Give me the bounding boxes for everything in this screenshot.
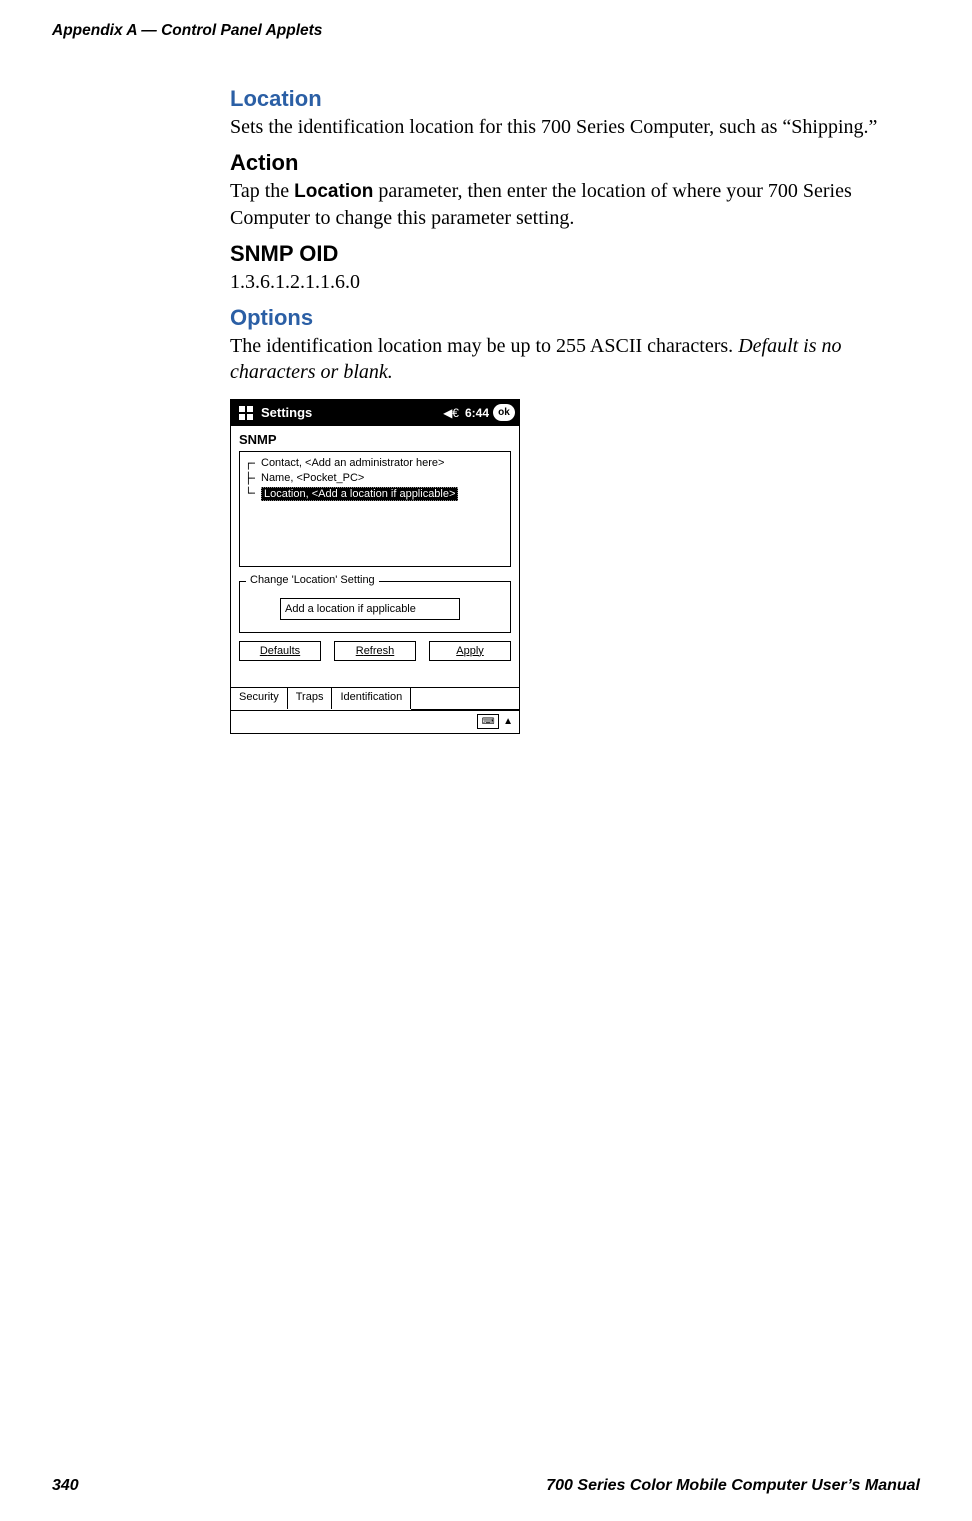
clock-time: 6:44	[465, 406, 489, 420]
device-body: SNMP ┌╴Contact, <Add an administrator he…	[231, 426, 519, 733]
tab-identification[interactable]: Identification	[332, 688, 411, 709]
titlebar-title: Settings	[261, 405, 439, 420]
action-bold: Location	[294, 181, 373, 202]
app-title: SNMP	[231, 432, 519, 451]
device-screenshot: Settings ◀€ 6:44 ok SNMP ┌╴Contact, <Add…	[230, 399, 520, 734]
tree-view[interactable]: ┌╴Contact, <Add an administrator here> ├…	[239, 451, 511, 567]
arrow-up-icon[interactable]: ▲	[503, 716, 513, 727]
action-prefix: Tap the	[230, 180, 294, 202]
speaker-icon[interactable]: ◀€	[443, 406, 459, 420]
tree-item-label: Name, <Pocket_PC>	[261, 472, 364, 484]
tree-row-selected[interactable]: └╴Location, <Add a location if applicabl…	[242, 486, 508, 502]
action-text: Tap the Location parameter, then enter t…	[230, 178, 920, 231]
tab-security[interactable]: Security	[231, 688, 288, 709]
page-header: Appendix A — Control Panel Applets	[52, 22, 322, 40]
tree-row[interactable]: ┌╴Contact, <Add an administrator here>	[242, 456, 508, 471]
action-heading: Action	[230, 150, 920, 176]
tree-item-label: Contact, <Add an administrator here>	[261, 457, 444, 469]
options-plain: The identification location may be up to…	[230, 335, 738, 357]
tree-item-label: Location, <Add a location if applicable>	[261, 487, 458, 501]
tab-traps[interactable]: Traps	[288, 688, 333, 709]
tree-connector-icon: └╴	[242, 487, 261, 500]
start-icon[interactable]	[235, 402, 257, 424]
snmp-oid-heading: SNMP OID	[230, 241, 920, 267]
tree-connector-icon: ├╴	[242, 472, 261, 485]
sip-bar: ⌨ ▲	[231, 710, 519, 733]
refresh-button[interactable]: Refresh	[334, 641, 416, 661]
location-heading: Location	[230, 86, 920, 112]
snmp-oid-value: 1.3.6.1.2.1.1.6.0	[230, 269, 920, 295]
manual-title: 700 Series Color Mobile Computer User’s …	[546, 1477, 920, 1495]
location-input[interactable]: Add a location if applicable	[280, 598, 460, 620]
options-heading: Options	[230, 305, 920, 331]
ok-button[interactable]: ok	[493, 404, 515, 421]
options-text: The identification location may be up to…	[230, 333, 920, 385]
change-location-group: Change 'Location' Setting Add a location…	[239, 581, 511, 633]
tree-connector-icon: ┌╴	[242, 457, 261, 470]
keyboard-icon[interactable]: ⌨	[477, 714, 499, 729]
page-footer: 340 700 Series Color Mobile Computer Use…	[52, 1477, 920, 1495]
defaults-button[interactable]: Defaults	[239, 641, 321, 661]
tab-row: Security Traps Identification	[231, 687, 519, 710]
button-row: Defaults Refresh Apply	[239, 641, 511, 661]
header-text: Appendix A — Control Panel Applets	[52, 22, 322, 39]
apply-button[interactable]: Apply	[429, 641, 511, 661]
group-legend: Change 'Location' Setting	[246, 574, 379, 586]
page-number: 340	[52, 1477, 79, 1495]
device-frame: Settings ◀€ 6:44 ok SNMP ┌╴Contact, <Add…	[230, 399, 520, 734]
tree-row[interactable]: ├╴Name, <Pocket_PC>	[242, 471, 508, 486]
location-input-value: Add a location if applicable	[285, 603, 416, 615]
main-content: Location Sets the identification locatio…	[230, 80, 920, 734]
device-titlebar: Settings ◀€ 6:44 ok	[231, 400, 519, 426]
location-text: Sets the identification location for thi…	[230, 114, 920, 140]
